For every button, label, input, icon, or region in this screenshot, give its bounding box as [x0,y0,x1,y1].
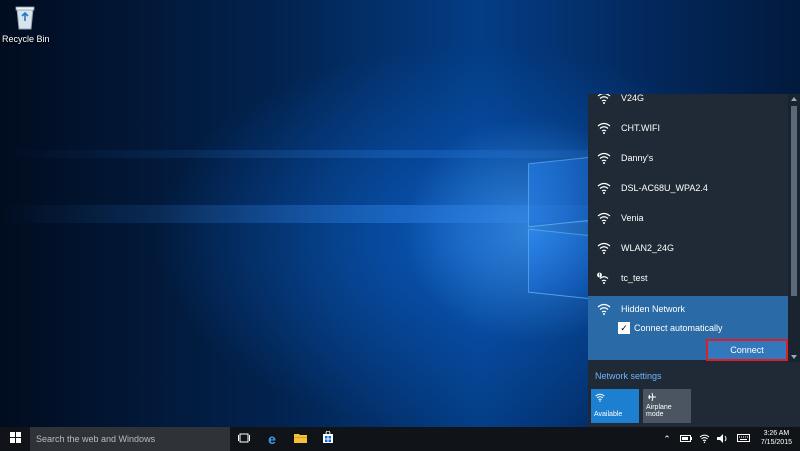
network-settings-link[interactable]: Network settings [595,371,662,381]
network-name: CHT.WIFI [621,123,660,133]
search-box[interactable]: Search the web and Windows [30,427,230,451]
network-item[interactable]: DSL-AC68U_WPA2.4 [588,173,788,203]
show-hidden-icons-button[interactable]: ⌃ [660,427,674,451]
connect-button[interactable]: Connect [706,339,788,361]
edge-browser-icon: e [268,431,276,447]
connect-automatically-checkbox[interactable]: ✓ [618,322,630,334]
wifi-signal-icon [597,122,611,134]
network-name: WLAN2_24G [621,243,675,253]
store-bag-icon [322,430,334,448]
scroll-up-icon[interactable] [791,97,797,101]
airplane-tile-label: Airplane mode [646,404,672,418]
edge-button[interactable]: e [258,427,286,451]
scrollbar-thumb[interactable] [791,106,797,296]
network-name: Danny's [621,153,654,163]
network-name: Venia [621,213,644,223]
wifi-quick-action-tile[interactable]: Available [591,389,639,423]
windows-logo-pane [528,228,592,300]
wifi-signal-icon [597,303,611,315]
windows-logo-pane [528,156,592,228]
wifi-warning-icon [597,272,611,284]
network-name: V24G [621,94,645,103]
clock-time: 3:26 AM [763,430,790,437]
clock-date: 7/15/2015 [760,439,792,446]
keyboard-icon [736,434,750,444]
start-button[interactable] [0,427,30,451]
windows-logo-icon [9,430,21,448]
task-view-button[interactable] [230,427,258,451]
battery-icon [680,434,692,444]
recycle-bin[interactable]: Recycle Bin [2,4,50,44]
airplane-mode-tile[interactable]: Airplane mode [643,389,691,423]
network-item[interactable]: V24G [588,94,788,113]
wifi-signal-icon [597,242,611,254]
chevron-up-icon: ⌃ [663,433,671,444]
system-clock[interactable]: 3:26 AM 7/15/2015 [761,429,792,447]
network-item[interactable]: Venia [588,203,788,233]
connect-automatically-label: Connect automatically [634,323,723,333]
network-list: V24G CHT.WIFI Danny's DSL-AC68U_WPA2.4 V [588,94,788,362]
wifi-signal-icon [597,212,611,224]
store-button[interactable] [314,427,342,451]
file-explorer-button[interactable] [286,427,314,451]
wifi-tile-label: Available [594,411,623,418]
recycle-bin-label: Recycle Bin [2,34,50,44]
network-name: Hidden Network [621,304,686,314]
network-list-scrollbar[interactable] [788,94,800,362]
network-name: DSL-AC68U_WPA2.4 [621,183,708,193]
network-item[interactable]: WLAN2_24G [588,233,788,263]
battery-tray-button[interactable] [678,427,694,451]
network-name: tc_test [621,273,648,283]
airplane-icon [647,392,657,404]
connect-automatically-option[interactable]: ✓ Connect automatically [618,322,723,334]
speaker-icon [716,433,728,445]
network-item[interactable]: CHT.WIFI [588,113,788,143]
volume-tray-button[interactable] [714,427,730,451]
folder-icon [293,430,307,448]
selected-network-item[interactable]: Hidden Network ✓ Connect automatically C… [588,296,788,361]
recycle-bin-icon [14,4,36,30]
wifi-signal-icon [597,182,611,194]
wifi-icon [595,393,605,404]
network-tray-button[interactable] [696,427,712,451]
network-flyout: V24G CHT.WIFI Danny's DSL-AC68U_WPA2.4 V [588,94,800,427]
wifi-tray-icon [699,434,710,445]
search-placeholder: Search the web and Windows [36,434,156,444]
network-item[interactable]: tc_test [588,263,788,293]
network-item[interactable]: Danny's [588,143,788,173]
taskbar: Search the web and Windows e ⌃ 3:26 AM 7… [0,427,800,451]
wifi-signal-icon [597,152,611,164]
wifi-signal-icon [597,94,611,104]
scroll-down-icon[interactable] [791,355,797,359]
task-view-icon [238,430,250,448]
keyboard-tray-button[interactable] [734,427,752,451]
